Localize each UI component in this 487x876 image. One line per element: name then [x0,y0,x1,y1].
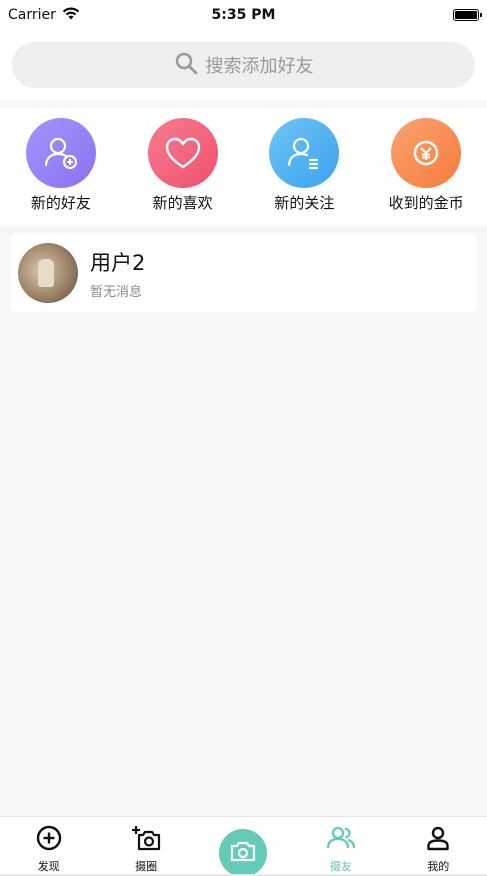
quick-actions: 新的好友 新的喜欢 新的关注 收到的金币 [0,108,487,226]
conversation-text: 用户2 暂无消息 [90,247,145,300]
tab-circle[interactable]: 摄圈 [106,817,186,874]
quick-action-label: 收到的金币 [388,194,464,212]
quick-action-label: 新的关注 [274,194,335,212]
status-left: Carrier [8,7,80,24]
avatar [18,243,78,303]
quick-action-label: 新的好友 [30,194,91,212]
camera-icon [230,840,256,866]
conversation-name: 用户2 [90,250,146,275]
status-bar: Carrier 5:35 PM [0,0,487,30]
heart-icon [147,118,218,188]
tab-label: 摄圈 [135,860,158,873]
quick-action-new-likes[interactable]: 新的喜欢 [128,118,238,213]
camera-button[interactable] [219,829,268,876]
tab-discover[interactable]: 发现 [9,817,89,874]
battery-icon [453,9,482,21]
search-icon [174,51,198,80]
tab-bar: 发现 摄圈 摄友 我的 [0,816,487,876]
friends-icon [326,825,356,855]
conversation-preview: 暂无消息 [90,284,143,300]
plus-circle-icon [36,825,62,855]
search-section: 搜索添加好友 [0,30,487,100]
wifi-icon [62,7,80,24]
coin-icon [391,118,462,188]
quick-action-label: 新的喜欢 [152,194,213,212]
tab-camera[interactable] [203,817,283,876]
quick-action-new-friends[interactable]: 新的好友 [6,118,116,213]
carrier-label: Carrier [8,7,56,23]
tab-label: 我的 [427,860,450,873]
search-placeholder: 搜索添加好友 [205,56,314,77]
user-list-icon [269,118,340,188]
profile-icon [425,825,451,855]
tab-label: 摄友 [329,860,352,873]
tab-profile[interactable]: 我的 [398,817,478,874]
quick-action-new-follows[interactable]: 新的关注 [249,118,359,213]
tab-friends[interactable]: 摄友 [301,817,381,874]
conversation-item[interactable]: 用户2 暂无消息 [10,234,477,312]
tab-label: 发现 [37,860,60,873]
search-input[interactable]: 搜索添加好友 [12,42,475,88]
quick-action-coins[interactable]: 收到的金币 [371,118,481,213]
add-user-icon [25,118,96,188]
camera-add-icon [131,825,161,855]
